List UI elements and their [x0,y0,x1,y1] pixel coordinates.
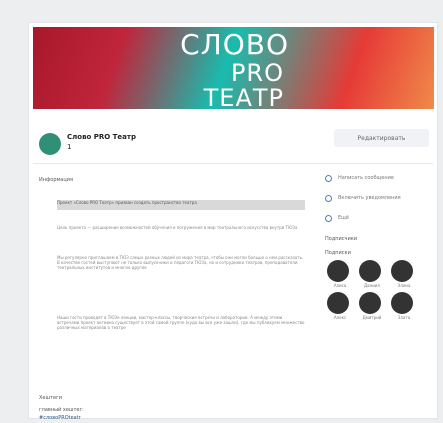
friends-title: Подписки [325,250,351,256]
profile-page: СЛОВО PRO ТЕАТР Слово PRO Театр 1 Редакт… [28,22,438,421]
friend-avatar [359,260,381,282]
hashtag-label: Хештеги [39,395,62,401]
friend-item[interactable]: Алиса [327,260,353,288]
friend-avatar [391,260,413,282]
friend-item[interactable]: Дмитрий [359,292,385,320]
friend-name: Элина [397,283,411,288]
menu-item-notifications[interactable]: Включить уведомления [319,188,434,208]
info-column: Информация Проект «Слово PRO Театр» приз… [35,165,305,421]
menu-label: Включить уведомления [338,195,401,201]
cover-banner: СЛОВО PRO ТЕАТР [33,27,434,109]
banner-line-1: СЛОВО [180,28,289,61]
friend-item[interactable]: Злата [391,292,417,320]
profile-name: Слово PRO Театр [67,133,136,141]
friend-avatar [327,292,349,314]
friend-name: Алиса [333,283,347,288]
friend-item[interactable]: Даниил [359,260,385,288]
hashtag-link[interactable]: #словоPROteatr [39,415,81,421]
bell-icon [325,194,332,202]
friend-avatar [327,260,349,282]
sidebar: Написать сообщение Включить уведомления … [319,168,434,320]
friends-grid: Алиса Даниил Элина Алекс Дмитрий Злата [319,260,434,320]
friend-avatar [359,292,381,314]
divider [33,163,433,164]
menu-item-more[interactable]: Ещё [319,208,434,228]
main-tag-label: главный хештег: [39,407,84,413]
profile-status: 1 [67,143,72,151]
menu-label: Написать сообщение [338,175,394,181]
message-icon [325,174,332,182]
more-icon [325,214,332,222]
info-line-3: Наши гости проводят в ТЮЗе лекции, масте… [57,315,305,330]
menu-label: Ещё [338,215,349,221]
friend-name: Даниил [364,283,380,288]
friend-item[interactable]: Алекс [327,292,353,320]
info-description: Проект «Слово PRO Театр» призван создать… [57,200,305,210]
info-title: Информация [39,177,74,183]
avatar[interactable] [39,133,61,155]
followers-title: Подписчики [325,236,358,242]
edit-button[interactable]: Редактировать [334,129,429,147]
menu-item-message[interactable]: Написать сообщение [319,168,434,188]
friend-name: Злата [397,315,411,320]
friend-name: Дмитрий [362,315,382,320]
info-line-1: Цель проекта — расширение возможностей о… [57,225,298,230]
info-line-2: Мы регулярно приглашаем в ТЮЗ самых разн… [57,255,304,270]
friend-item[interactable]: Элина [391,260,417,288]
friend-avatar [391,292,413,314]
friend-name: Алекс [333,315,347,320]
banner-line-3: ТЕАТР [203,84,284,109]
banner-line-2: PRO [230,59,284,87]
